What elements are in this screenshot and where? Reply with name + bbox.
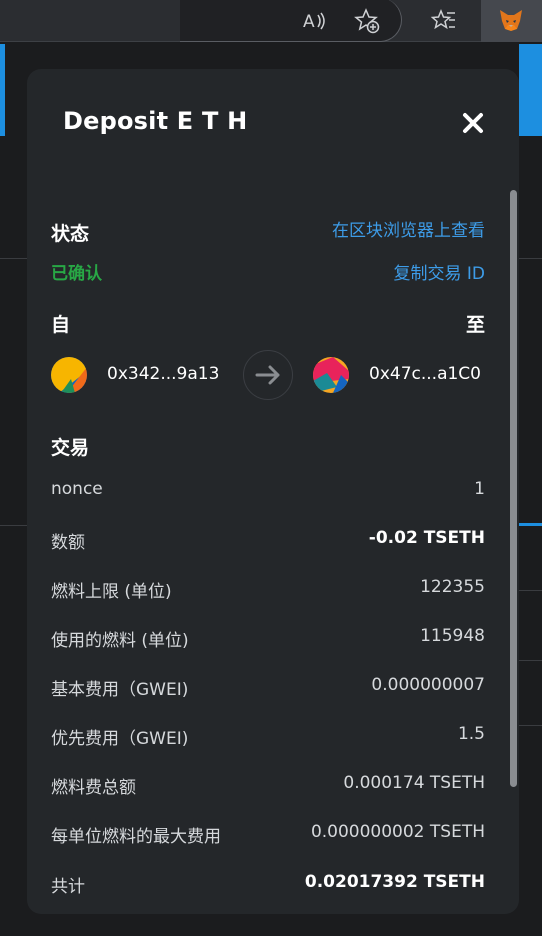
metamask-fox-icon xyxy=(500,10,522,31)
background-divider xyxy=(519,725,542,726)
background-divider xyxy=(519,660,542,661)
from-address[interactable]: 0x342...9a13 xyxy=(107,364,219,384)
background-divider xyxy=(0,258,27,259)
transaction-heading: 交易 xyxy=(51,437,90,459)
amount-value: -0.02 TSETH xyxy=(368,528,485,548)
status-badge: 已确认 xyxy=(51,264,102,284)
transaction-details-modal: Deposit E T H 状态 在区块浏览器上查看 已确认 复制交易 ID 自… xyxy=(27,69,519,914)
modal-title: Deposit E T H xyxy=(63,107,248,135)
background-divider xyxy=(519,523,542,526)
max-fee-per-gas-label: 每单位燃料的最大费用 xyxy=(51,827,221,847)
scrollbar-thumb[interactable] xyxy=(510,190,517,787)
background-divider xyxy=(519,258,542,259)
nonce-label: nonce xyxy=(51,479,103,499)
favorites-icon[interactable] xyxy=(429,6,459,36)
background-page xyxy=(0,44,5,136)
amount-label: 数额 xyxy=(51,533,85,553)
view-on-explorer-link[interactable]: 在区块浏览器上查看 xyxy=(332,216,485,241)
status-label: 状态 xyxy=(51,223,90,245)
gas-limit-label: 燃料上限 (单位) xyxy=(51,582,172,602)
priority-fee-value: 1.5 xyxy=(457,724,485,744)
from-avatar xyxy=(51,357,87,393)
gas-used-value: 115948 xyxy=(420,626,485,646)
base-fee-value: 0.000000007 xyxy=(371,675,485,695)
metamask-extension-button[interactable] xyxy=(481,0,542,42)
gas-limit-value: 122355 xyxy=(420,577,485,597)
priority-fee-label: 优先费用（GWEI) xyxy=(51,729,189,749)
total-value: 0.02017392 TSETH xyxy=(304,872,485,892)
nonce-value: 1 xyxy=(474,479,485,499)
gas-used-label: 使用的燃料 (单位) xyxy=(51,631,189,651)
background-divider xyxy=(519,590,542,591)
close-icon[interactable] xyxy=(457,107,489,139)
browser-toolbar: A xyxy=(0,0,542,42)
total-gas-fee-value: 0.000174 TSETH xyxy=(343,773,485,793)
from-label: 自 xyxy=(51,314,71,336)
to-label: 至 xyxy=(465,314,485,336)
background-divider xyxy=(0,525,27,526)
base-fee-label: 基本费用（GWEI) xyxy=(51,680,189,700)
to-address[interactable]: 0x47c...a1C0 xyxy=(369,364,481,384)
copy-tx-id-link[interactable]: 复制交易 ID xyxy=(393,259,485,284)
to-avatar xyxy=(313,357,349,393)
arrow-right-icon xyxy=(243,350,293,400)
read-aloud-icon[interactable]: A xyxy=(299,6,329,36)
max-fee-per-gas-value: 0.000000002 TSETH xyxy=(310,822,485,842)
svg-text:A: A xyxy=(303,12,315,32)
background-page xyxy=(519,44,542,136)
total-label: 共计 xyxy=(51,877,85,897)
total-gas-fee-label: 燃料费总额 xyxy=(51,778,136,798)
add-favorite-icon[interactable] xyxy=(352,6,382,36)
